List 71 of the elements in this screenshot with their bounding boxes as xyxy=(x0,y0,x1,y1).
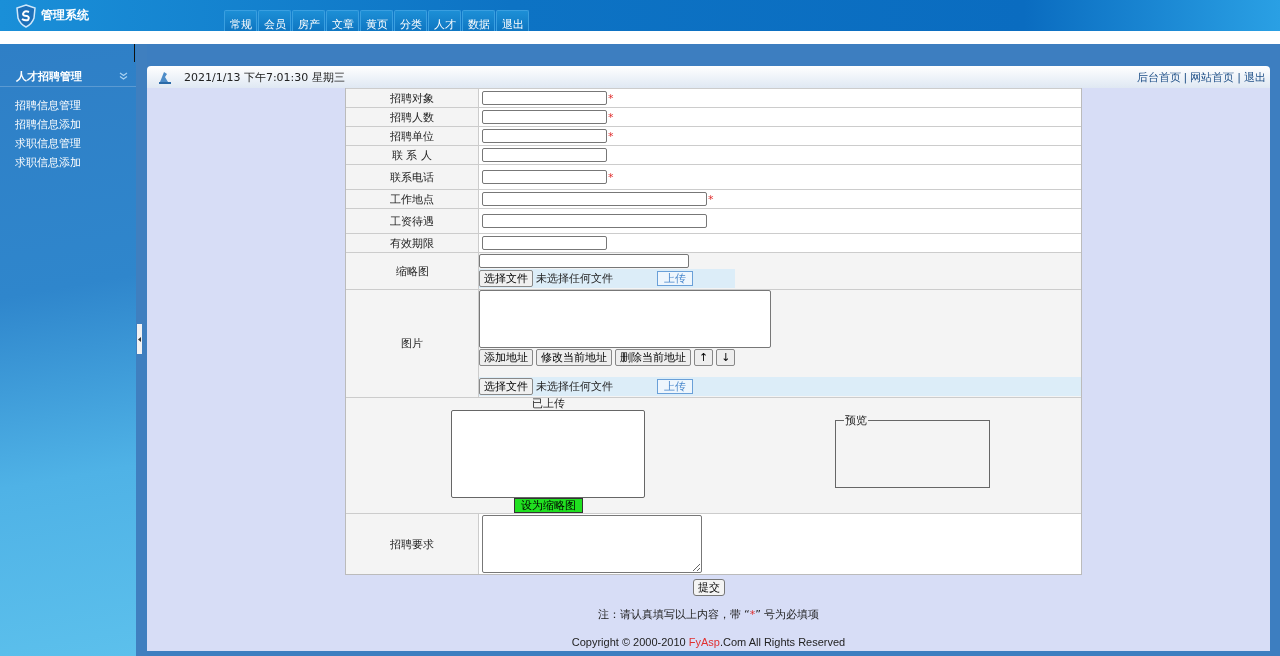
required-mark: * xyxy=(708,192,714,206)
date-time: 2021/1/13 下午7:01:30 星期三 xyxy=(184,70,345,84)
field-label: 招聘人数 xyxy=(390,110,434,124)
input-field[interactable] xyxy=(482,129,607,143)
field-label: 工资待遇 xyxy=(390,214,434,228)
choose-file-button[interactable]: 选择文件 xyxy=(479,378,533,395)
sidebar-item[interactable]: 求职信息添加 xyxy=(15,156,136,169)
input-field[interactable] xyxy=(479,254,689,268)
splitter-handle[interactable] xyxy=(137,324,142,354)
note-text: 注：请认真填写以上内容，带 “*” 号为必填项 xyxy=(597,608,820,621)
submit-button[interactable]: 提交 xyxy=(692,579,725,596)
separator: | xyxy=(1183,70,1188,84)
uploaded-list-box[interactable] xyxy=(451,410,645,498)
field-label: 招聘单位 xyxy=(390,129,434,143)
textarea-field[interactable] xyxy=(482,515,702,573)
nav-tab[interactable]: 房产 xyxy=(292,10,325,31)
input-field[interactable] xyxy=(482,170,607,184)
field-label: 招聘对象 xyxy=(390,91,434,105)
logo-title: 管理系统 xyxy=(41,9,89,22)
image-action-button[interactable]: 修改当前地址 xyxy=(536,349,612,366)
input-field[interactable] xyxy=(482,236,607,250)
sidebar-title: 人才招聘管理 xyxy=(16,69,82,83)
nav-tab[interactable]: 黄页 xyxy=(360,10,393,31)
preview-legend: 预览 xyxy=(844,414,868,427)
nav-tab[interactable]: 人才 xyxy=(428,10,461,31)
file-status: 未选择任何文件 xyxy=(536,380,614,393)
top-link[interactable]: 网站首页 xyxy=(1190,70,1235,84)
image-action-button[interactable]: 删除当前地址 xyxy=(615,349,691,366)
uploaded-caption: 已上传 xyxy=(531,398,565,410)
input-field[interactable] xyxy=(482,110,607,124)
sidebar-item[interactable]: 求职信息管理 xyxy=(15,137,136,150)
field-label: 缩略图 xyxy=(395,264,429,278)
image-action-button[interactable]: 添加地址 xyxy=(479,349,533,366)
nav-tab[interactable]: 分类 xyxy=(394,10,427,31)
shield-logo-icon xyxy=(15,3,37,28)
field-label: 联 系 人 xyxy=(392,148,432,162)
field-label: 招聘要求 xyxy=(390,537,434,551)
upload-button[interactable]: 上传 xyxy=(657,379,693,394)
field-label: 联系电话 xyxy=(390,170,434,184)
image-action-button[interactable]: ↑ xyxy=(694,349,714,366)
nav-tab[interactable]: 退出 xyxy=(496,10,529,31)
field-label: 工作地点 xyxy=(390,192,434,206)
separator: | xyxy=(1237,70,1241,84)
chevron-icon[interactable] xyxy=(119,72,128,80)
input-field[interactable] xyxy=(482,192,707,206)
sidebar-item[interactable]: 招聘信息添加 xyxy=(15,118,136,131)
nav-tab[interactable]: 文章 xyxy=(326,10,359,31)
nav-tab[interactable]: 常规 xyxy=(224,10,257,31)
set-thumbnail-button[interactable]: 设为缩略图 xyxy=(513,498,583,513)
input-field[interactable] xyxy=(482,91,607,105)
caret-icon xyxy=(138,336,141,342)
required-mark: * xyxy=(608,91,614,105)
required-mark: * xyxy=(608,129,614,143)
nav-tab[interactable]: 会员 xyxy=(258,10,291,31)
copyright-text: Copyright © 2000-2010 FyAsp.Com All Rights Reserved xyxy=(571,636,846,649)
top-link[interactable]: 退出 xyxy=(1244,70,1266,84)
upload-button[interactable]: 上传 xyxy=(657,271,693,286)
field-label: 有效期限 xyxy=(390,236,434,250)
required-mark: * xyxy=(608,170,614,184)
image-list-box[interactable] xyxy=(479,290,771,348)
file-status: 未选择任何文件 xyxy=(536,272,614,285)
image-action-button[interactable]: ↓ xyxy=(716,349,736,366)
choose-file-button[interactable]: 选择文件 xyxy=(479,270,533,287)
nav-tab[interactable]: 数据 xyxy=(462,10,495,31)
sidebar-item[interactable]: 招聘信息管理 xyxy=(15,99,136,112)
figure-icon xyxy=(159,70,171,84)
top-link[interactable]: 后台首页 xyxy=(1136,70,1181,84)
input-field[interactable] xyxy=(482,148,607,162)
input-field[interactable] xyxy=(482,214,707,228)
required-mark: * xyxy=(608,110,614,124)
field-label: 图片 xyxy=(401,337,423,350)
